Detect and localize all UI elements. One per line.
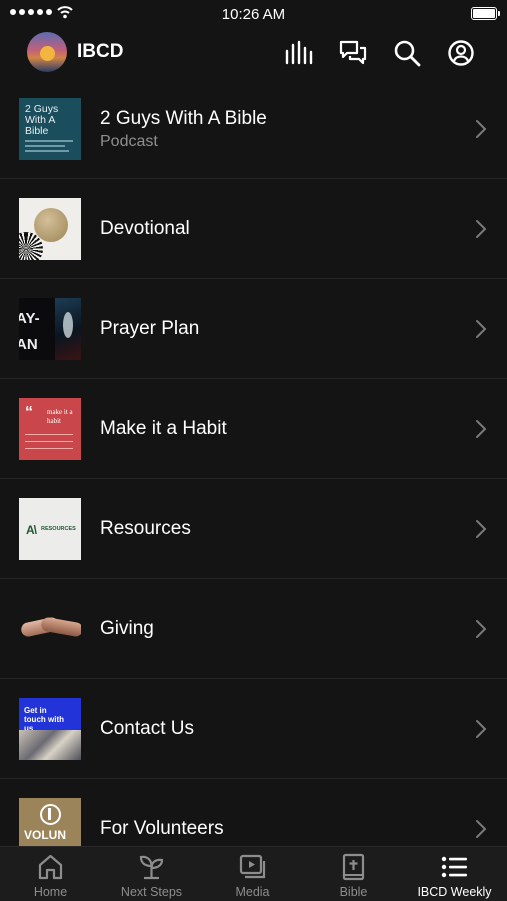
list-item-for-volunteers[interactable]: VOLUN For Volunteers — [0, 778, 507, 846]
contact-art: Get in touch with us — [19, 698, 81, 760]
bible-icon — [342, 853, 365, 881]
search-icon[interactable] — [392, 38, 422, 68]
tab-label: Home — [33, 885, 68, 899]
tab-bible[interactable]: Bible — [303, 847, 404, 901]
list-item-title: Prayer Plan — [100, 318, 200, 339]
chevron-right-icon — [476, 320, 487, 338]
podcast-art: 2 Guys With A Bible — [19, 98, 81, 160]
list-item-devotional[interactable]: Devotional — [0, 178, 507, 279]
list-item-resources[interactable]: A\ RESOURCES Resources — [0, 478, 507, 579]
list-item-title: Contact Us — [100, 718, 194, 739]
habit-art: “ make it a habit — [19, 398, 81, 460]
profile-icon[interactable] — [446, 38, 476, 68]
media-icon — [239, 854, 266, 879]
tab-label: Next Steps — [120, 885, 183, 899]
tab-media[interactable]: Media — [202, 847, 303, 901]
volunteer-art: VOLUN — [19, 798, 81, 846]
list-item-giving[interactable]: Giving — [0, 578, 507, 679]
list-item-title: For Volunteers — [100, 818, 224, 839]
chevron-right-icon — [476, 520, 487, 538]
avatar-logo[interactable] — [27, 32, 67, 72]
tab-label: Media — [235, 885, 270, 899]
chevron-right-icon — [476, 620, 487, 638]
tab-next-steps[interactable]: Next Steps — [101, 847, 202, 901]
sprout-icon — [139, 855, 164, 880]
chat-icon[interactable] — [338, 38, 368, 68]
chevron-right-icon — [476, 220, 487, 238]
home-icon — [38, 854, 63, 880]
list-icon — [441, 856, 467, 878]
resources-art: A\ RESOURCES — [19, 498, 81, 560]
app-title: IBCD — [77, 41, 124, 62]
tab-ibcd-weekly[interactable]: IBCD Weekly — [404, 847, 505, 901]
list-item-prayer-plan[interactable]: AY- AN Prayer Plan — [0, 278, 507, 379]
chevron-right-icon — [476, 120, 487, 138]
tab-label: IBCD Weekly — [417, 885, 492, 899]
list-item-title: Resources — [100, 518, 191, 539]
list-item-title: Make it a Habit — [100, 418, 227, 439]
prayer-art: AY- AN — [19, 298, 81, 360]
bars-icon[interactable] — [284, 38, 314, 68]
list-item-title: Giving — [100, 618, 154, 639]
list-item-title: 2 Guys With A Bible — [100, 108, 267, 129]
chevron-right-icon — [476, 820, 487, 838]
giving-art — [19, 598, 81, 660]
chevron-right-icon — [476, 720, 487, 738]
list-item-2-guys-with-a-bible[interactable]: 2 Guys With A Bible 2 Guys With A Bible … — [0, 78, 507, 179]
tab-label: Bible — [339, 885, 368, 899]
chevron-right-icon — [476, 420, 487, 438]
tab-home[interactable]: Home — [0, 847, 101, 901]
devotional-art — [19, 198, 81, 260]
menu-list: 2 Guys With A Bible 2 Guys With A Bible … — [0, 78, 507, 846]
status-time: 10:26 AM — [221, 6, 286, 23]
status-bar: 10:26 AM — [0, 0, 507, 28]
list-item-subtitle: Podcast — [100, 133, 158, 150]
list-item-title: Devotional — [100, 218, 190, 239]
list-item-contact-us[interactable]: Get in touch with us Contact Us — [0, 678, 507, 779]
list-item-make-it-a-habit[interactable]: “ make it a habit Make it a Habit — [0, 378, 507, 479]
tab-bar: Home Next Steps Media Bible IBCD Weekly — [0, 846, 507, 901]
app-header: IBCD — [0, 28, 507, 78]
battery-icon — [471, 7, 500, 20]
